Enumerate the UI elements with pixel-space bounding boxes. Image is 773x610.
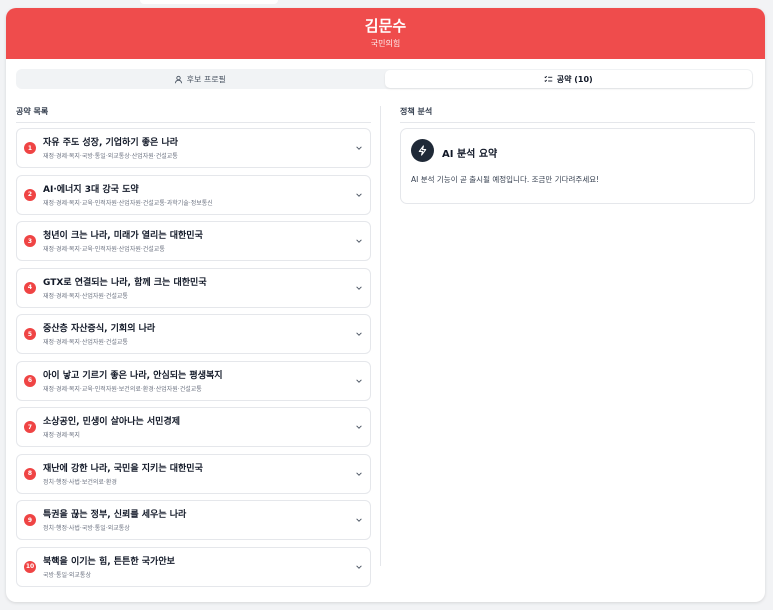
lightning-icon <box>411 139 434 162</box>
pledge-title: 중산층 자산증식, 기회의 나라 <box>43 324 156 334</box>
pledge-number-badge: 4 <box>24 281 36 294</box>
chevron-down-icon[interactable] <box>355 237 363 245</box>
pledge-list-title: 공약 목록 <box>16 106 371 123</box>
policy-analysis-panel: 정책 분석 AI 분석 요약 AI 분석 기능이 곧 출시될 예정입니다. 조금… <box>400 106 755 204</box>
pledge-title: 특권을 끊는 정부, 신뢰를 세우는 나라 <box>43 510 187 520</box>
pledge-title: GTX로 연결되는 나라, 함께 크는 대한민국 <box>43 277 207 288</box>
candidate-name: 김문수 <box>364 17 407 35</box>
pledge-item[interactable]: 4 GTX로 연결되는 나라, 함께 크는 대한민국재정·경제·복지·산업자원·건… <box>16 267 371 308</box>
pledge-number-badge: 7 <box>24 421 36 433</box>
tab-profile-label: 후보 프로필 <box>186 74 226 84</box>
chevron-down-icon[interactable] <box>355 144 363 152</box>
pledge-number-badge: 5 <box>24 328 36 340</box>
chevron-down-icon[interactable] <box>355 516 363 524</box>
pledge-categories: 재정·경제·복지·국방·통일·외교통상·산업자원·건설교통 <box>43 153 178 160</box>
pledge-list: 1 자유 주도 성장, 기업하기 좋은 나라재정·경제·복지·국방·통일·외교통상… <box>16 128 371 587</box>
pledge-item[interactable]: 10 북핵을 이기는 힘, 튼튼한 국가안보국방·통일·외교통상 <box>16 546 371 587</box>
pledge-categories: 정치·행정·사법·국방·통일·외교통상 <box>43 525 130 532</box>
pledge-item[interactable]: 7 소상공인, 민생이 살아나는 서민경제재정·경제·복지 <box>16 407 371 447</box>
pledge-title: 재난에 강한 나라, 국민을 지키는 대한민국 <box>43 463 203 474</box>
pledge-number-badge: 2 <box>24 188 36 201</box>
panel-divider <box>380 106 381 566</box>
pledge-title: 소상공인, 민생이 살아나는 서민경제 <box>43 417 181 427</box>
pledge-item[interactable]: 2 AI·에너지 3대 강국 도약재정·경제·복지·교육·인적자원·산업자원·건설… <box>16 174 371 215</box>
pledge-item[interactable]: 3 청년이 크는 나라, 미래가 열리는 대한민국재정·경제·복지·교육·인적자원… <box>16 221 371 261</box>
pledge-title: 청년이 크는 나라, 미래가 열리는 대한민국 <box>43 231 203 241</box>
pledge-number-badge: 1 <box>24 142 36 154</box>
pledge-categories: 재정·경제·복지 <box>43 432 80 439</box>
tab-pledges-label: 공약 (10) <box>556 74 593 84</box>
pledge-categories: 재정·경제·복지·산업자원·건설교통 <box>43 292 128 300</box>
user-icon <box>174 75 182 83</box>
ai-summary-title: AI 분석 요약 <box>442 149 498 160</box>
tab-profile[interactable]: 후보 프로필 <box>16 69 384 89</box>
background-tab-sliver <box>140 0 278 4</box>
candidate-header: 김문수 국민의힘 <box>6 8 765 59</box>
pledge-categories: 재정·경제·복지·산업자원·건설교통 <box>43 339 128 346</box>
chevron-down-icon[interactable] <box>355 284 363 292</box>
pledge-item[interactable]: 9 특권을 끊는 정부, 신뢰를 세우는 나라정치·행정·사법·국방·통일·외교통… <box>16 500 371 540</box>
chevron-down-icon[interactable] <box>355 563 363 571</box>
list-check-icon <box>544 75 553 82</box>
pledge-item[interactable]: 6 아이 낳고 기르기 좋은 나라, 안심되는 평생복지재정·경제·복지·교육·인… <box>16 360 371 401</box>
pledge-categories: 정치·행정·사법·보건의료·환경 <box>43 478 117 486</box>
pledge-item[interactable]: 1 자유 주도 성장, 기업하기 좋은 나라재정·경제·복지·국방·통일·외교통상… <box>16 128 371 168</box>
pledge-item[interactable]: 8 재난에 강한 나라, 국민을 지키는 대한민국정치·행정·사법·보건의료·환경 <box>16 453 371 494</box>
ai-summary-card: AI 분석 요약 AI 분석 기능이 곧 출시될 예정입니다. 조금만 기다려주… <box>400 128 755 204</box>
pledge-number-badge: 6 <box>24 374 36 387</box>
chevron-down-icon[interactable] <box>355 330 363 338</box>
chevron-down-icon[interactable] <box>355 191 363 199</box>
pledge-list-panel: 공약 목록 1 자유 주도 성장, 기업하기 좋은 나라재정·경제·복지·국방·통… <box>16 106 371 593</box>
chevron-down-icon[interactable] <box>355 423 363 431</box>
chevron-down-icon[interactable] <box>355 470 363 478</box>
pledge-number-badge: 8 <box>24 467 36 480</box>
chevron-down-icon[interactable] <box>355 377 363 385</box>
tab-pledges[interactable]: 공약 (10) <box>384 70 752 88</box>
pledge-categories: 재정·경제·복지·교육·인적자원·산업자원·건설교통 <box>43 246 165 253</box>
pledge-item[interactable]: 5 중산층 자산증식, 기회의 나라재정·경제·복지·산업자원·건설교통 <box>16 314 371 354</box>
pledge-number-badge: 9 <box>24 514 36 526</box>
tab-bar: 후보 프로필 공약 (10) <box>16 69 753 89</box>
pledge-number-badge: 3 <box>24 235 36 247</box>
pledge-title: AI·에너지 3대 강국 도약 <box>43 184 139 195</box>
candidate-party: 국민의힘 <box>370 39 401 48</box>
pledge-number-badge: 10 <box>24 560 36 573</box>
pledge-categories: 재정·경제·복지·교육·인적자원·보건의료·환경·산업자원·건설교통 <box>43 385 202 393</box>
pledge-categories: 재정·경제·복지·교육·인적자원·산업자원·건설교통·과학기술·정보통신 <box>43 199 213 207</box>
pledge-title: 아이 낳고 기르기 좋은 나라, 안심되는 평생복지 <box>43 370 223 381</box>
policy-analysis-title: 정책 분석 <box>400 106 755 123</box>
ai-summary-message: AI 분석 기능이 곧 출시될 예정입니다. 조금만 기다려주세요! <box>411 175 600 184</box>
pledge-categories: 국방·통일·외교통상 <box>43 571 91 579</box>
pledge-title: 자유 주도 성장, 기업하기 좋은 나라 <box>43 138 179 148</box>
pledge-title: 북핵을 이기는 힘, 튼튼한 국가안보 <box>43 556 175 567</box>
